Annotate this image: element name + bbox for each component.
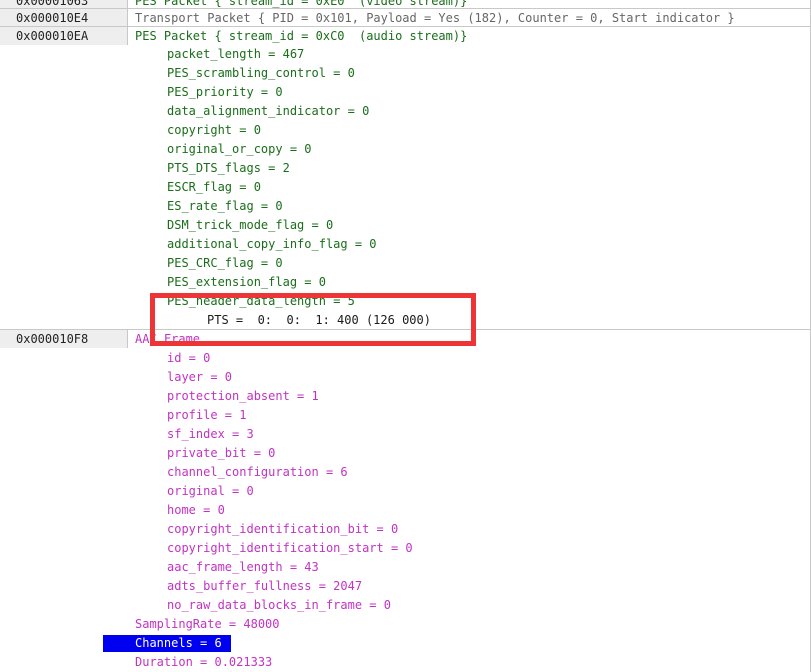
pes-field[interactable]: PES_CRC_flag = 0: [0, 254, 811, 273]
pes-field[interactable]: data_alignment_indicator = 0: [0, 102, 811, 121]
field-text: PES_extension_flag = 0: [167, 275, 326, 289]
aac-field[interactable]: aac_frame_length = 43: [0, 558, 811, 577]
row-offset: 0x000010E4: [0, 9, 128, 27]
field-text: copyright = 0: [167, 123, 261, 137]
field-text: PTS_DTS_flags = 2: [167, 161, 290, 175]
row-offset: 0x000010EA: [0, 27, 128, 45]
aac-field[interactable]: channel_configuration = 6: [0, 463, 811, 482]
aac-field[interactable]: no_raw_data_blocks_in_frame = 0: [0, 596, 811, 615]
field-text: adts_buffer_fullness = 2047: [167, 579, 363, 593]
field-text: Channels = 6: [135, 636, 222, 650]
field-text: no_raw_data_blocks_in_frame = 0: [167, 598, 391, 612]
pes-field[interactable]: PES_extension_flag = 0: [0, 273, 811, 292]
field-text: Duration = 0.021333: [135, 655, 273, 669]
pes-field[interactable]: copyright = 0: [0, 121, 811, 140]
aac-field[interactable]: home = 0: [0, 501, 811, 520]
field-text: original = 0: [167, 484, 254, 498]
aac-field[interactable]: protection_absent = 1: [0, 387, 811, 406]
summary-duration[interactable]: Duration = 0.021333: [0, 653, 811, 672]
summary-sampling-rate[interactable]: SamplingRate = 48000: [0, 615, 811, 634]
field-text: ESCR_flag = 0: [167, 180, 261, 194]
field-text: copyright_identification_bit = 0: [167, 522, 399, 536]
pes-field[interactable]: ESCR_flag = 0: [0, 178, 811, 197]
pes-field[interactable]: ES_rate_flag = 0: [0, 197, 811, 216]
aac-field[interactable]: layer = 0: [0, 368, 811, 387]
aac-field[interactable]: original = 0: [0, 482, 811, 501]
aac-field[interactable]: profile = 1: [0, 406, 811, 425]
field-text: sf_index = 3: [167, 427, 254, 441]
field-text: layer = 0: [167, 370, 233, 384]
field-text: id = 0: [167, 351, 211, 365]
pes-field[interactable]: original_or_copy = 0: [0, 140, 811, 159]
field-text: DSM_trick_mode_flag = 0: [167, 218, 334, 232]
summary-channels-selected[interactable]: Channels = 6: [0, 634, 811, 653]
field-text: PES_CRC_flag = 0: [167, 256, 283, 270]
pes-field[interactable]: PES_scrambling_control = 0: [0, 64, 811, 83]
field-text: SamplingRate = 48000: [135, 617, 280, 631]
field-text: home = 0: [167, 503, 225, 517]
row-offset: 0x000010F8: [0, 330, 128, 348]
red-annotation-box: [150, 293, 476, 346]
pes-field[interactable]: packet_length = 467: [0, 45, 811, 64]
field-text: aac_frame_length = 43: [167, 560, 319, 574]
row-text: Transport Packet { PID = 0x101, Payload …: [135, 11, 735, 25]
aac-field[interactable]: sf_index = 3: [0, 425, 811, 444]
tree-row-transport-packet[interactable]: 0x000010E4 Transport Packet { PID = 0x10…: [0, 8, 811, 27]
field-text: packet_length = 467: [167, 47, 305, 61]
field-text: original_or_copy = 0: [167, 142, 312, 156]
aac-field[interactable]: private_bit = 0: [0, 444, 811, 463]
aac-field[interactable]: adts_buffer_fullness = 2047: [0, 577, 811, 596]
aac-field[interactable]: copyright_identification_start = 0: [0, 539, 811, 558]
field-text: channel_configuration = 6: [167, 465, 348, 479]
pes-field[interactable]: PES_priority = 0: [0, 83, 811, 102]
pes-field[interactable]: PTS_DTS_flags = 2: [0, 159, 811, 178]
field-text: additional_copy_info_flag = 0: [167, 237, 377, 251]
field-text: PES_scrambling_control = 0: [167, 66, 355, 80]
field-text: PES_priority = 0: [167, 85, 283, 99]
field-text: profile = 1: [167, 408, 247, 422]
field-text: copyright_identification_start = 0: [167, 541, 413, 555]
row-text: PES Packet { stream_id = 0xC0 (audio str…: [135, 29, 468, 43]
tree-row-pes-audio[interactable]: 0x000010EA PES Packet { stream_id = 0xC0…: [0, 26, 811, 45]
field-text: data_alignment_indicator = 0: [167, 104, 370, 118]
pes-field[interactable]: additional_copy_info_flag = 0: [0, 235, 811, 254]
packet-tree-view[interactable]: 0x00001063 PES Packet { stream_id = 0xE0…: [0, 0, 811, 672]
aac-field[interactable]: copyright_identification_bit = 0: [0, 520, 811, 539]
pes-field[interactable]: DSM_trick_mode_flag = 0: [0, 216, 811, 235]
field-text: private_bit = 0: [167, 446, 276, 460]
field-text: protection_absent = 1: [167, 389, 319, 403]
field-text: ES_rate_flag = 0: [167, 199, 283, 213]
aac-field[interactable]: id = 0: [0, 349, 811, 368]
